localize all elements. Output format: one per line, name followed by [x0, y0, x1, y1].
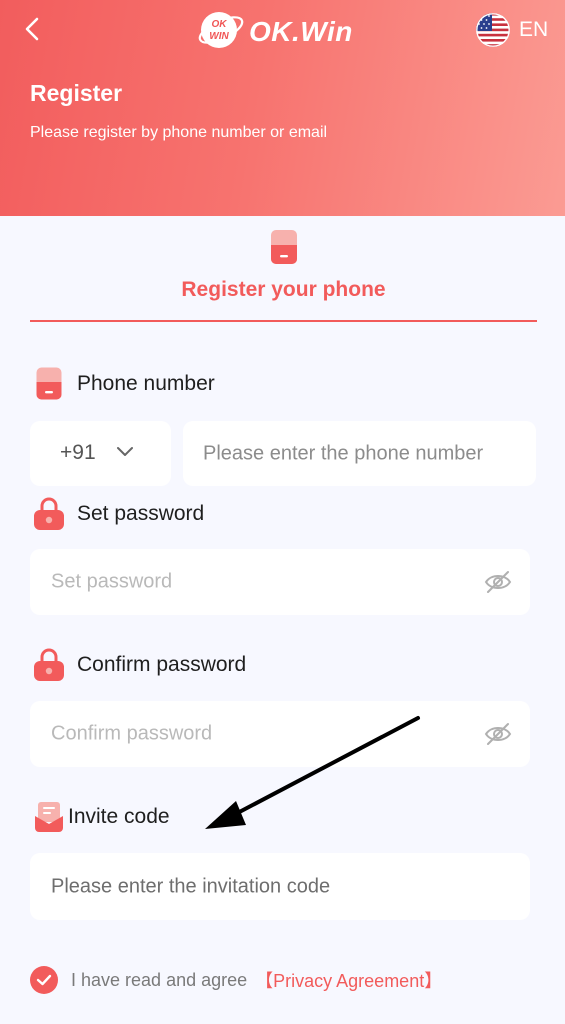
confirm-password-label-row: Confirm password [33, 648, 246, 682]
language-label: EN [519, 18, 549, 41]
us-flag-icon [476, 13, 510, 47]
password-label: Set password [77, 502, 205, 525]
tab-register-phone[interactable]: Register your phone [30, 226, 537, 322]
back-button[interactable] [18, 14, 48, 44]
phone-input[interactable]: Please enter the phone number [183, 421, 536, 486]
svg-text:OK: OK [212, 19, 228, 30]
phone-placeholder: Please enter the phone number [203, 442, 484, 464]
password-label-row: Set password [33, 497, 204, 531]
country-code-value: +91 [60, 441, 96, 464]
confirm-password-input[interactable]: Confirm password [30, 701, 530, 767]
country-code-select[interactable]: +91 [30, 421, 171, 486]
privacy-agreement-link[interactable]: 【Privacy Agreement】 [255, 967, 442, 993]
confirm-password-label: Confirm password [77, 653, 247, 676]
app-logo: OK WIN OK.Win [197, 8, 377, 52]
invite-code-input[interactable]: Please enter the invitation code [30, 853, 530, 920]
agreement-text: I have read and agree [71, 969, 248, 990]
header: OK WIN OK.Win EN Register Please registe… [0, 0, 565, 216]
invite-label-row: Invite code [34, 801, 170, 833]
lock-icon [34, 648, 64, 681]
invite-placeholder: Please enter the invitation code [51, 875, 331, 897]
logo-text: OK.Win [249, 16, 353, 47]
password-input[interactable]: Set password [30, 549, 530, 615]
agreement-row: I have read and agree 【Privacy Agreement… [30, 966, 442, 994]
phone-label-row: Phone number [36, 367, 215, 400]
eye-off-icon[interactable] [484, 569, 512, 595]
phone-icon [271, 230, 297, 264]
check-icon [36, 974, 52, 986]
tab-label: Register your phone [181, 278, 386, 301]
chevron-down-icon [117, 447, 133, 456]
lock-icon [34, 497, 64, 530]
eye-off-icon[interactable] [484, 721, 512, 747]
invite-label: Invite code [68, 805, 170, 828]
page-title: Register [30, 80, 123, 106]
invitation-icon [35, 802, 63, 832]
agreement-checkbox[interactable] [30, 966, 58, 994]
svg-text:WIN: WIN [209, 31, 229, 42]
phone-label: Phone number [77, 371, 215, 395]
tab-underline [30, 320, 537, 322]
password-placeholder: Set password [51, 570, 173, 593]
logo-badge-icon: OK WIN [198, 12, 244, 48]
phone-icon [36, 367, 62, 400]
chevron-left-icon [25, 17, 39, 41]
language-selector[interactable]: EN [476, 12, 548, 48]
page-subtitle: Please register by phone number or email [30, 124, 328, 141]
confirm-password-placeholder: Confirm password [51, 722, 213, 745]
